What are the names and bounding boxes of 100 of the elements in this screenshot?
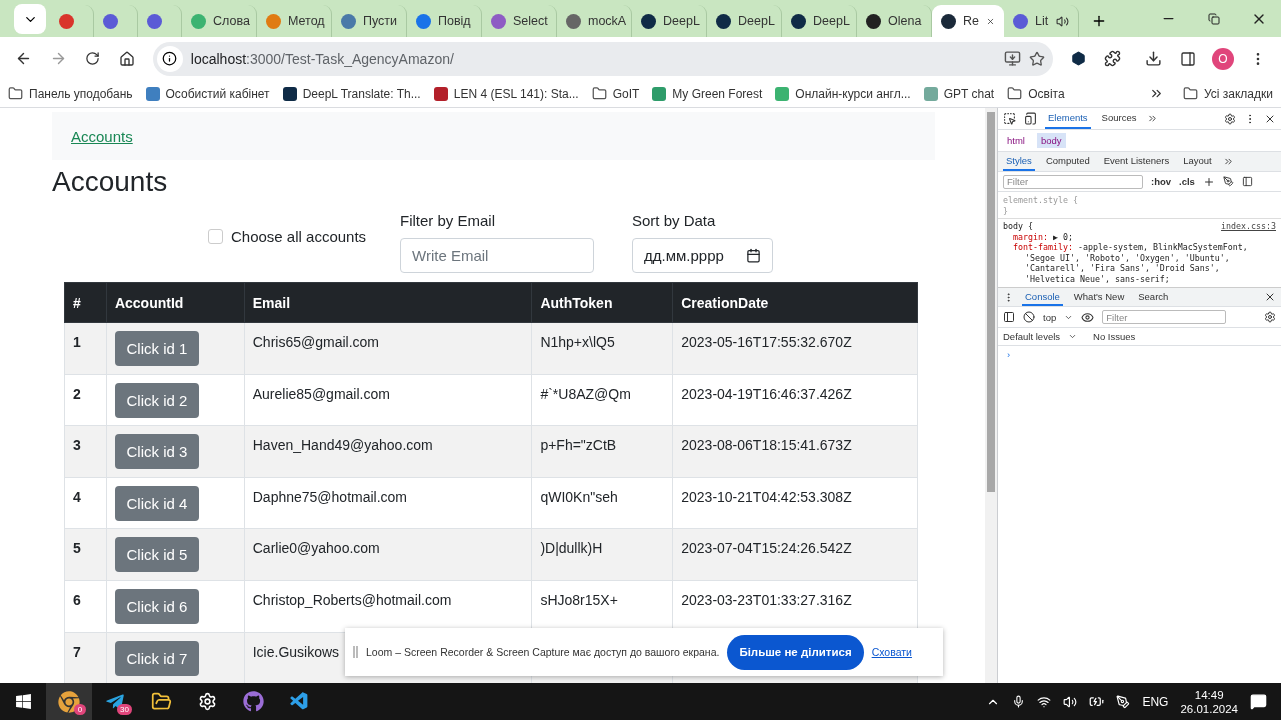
css-selector: element.style { <box>1003 195 1078 206</box>
profile-avatar[interactable]: O <box>1211 47 1234 70</box>
table-cell: 6 <box>64 580 107 633</box>
bookmark[interactable]: Освіта <box>1007 86 1065 101</box>
bookmark[interactable]: LEN 4 (ESL 141): Sta... <box>433 86 579 101</box>
calendar-icon <box>746 248 761 263</box>
dom-breadcrumb[interactable]: body <box>1036 133 1066 148</box>
column-header: AccountId <box>106 282 245 323</box>
bookmark[interactable]: My Green Forest <box>652 86 763 101</box>
dom-breadcrumb[interactable]: html <box>1003 133 1029 148</box>
table-cell: 3 <box>64 425 107 478</box>
bookmark[interactable]: DeepL Translate: Th... <box>282 86 421 101</box>
browser-tab[interactable]: Метод <box>257 5 332 37</box>
extensions-icon[interactable] <box>1104 50 1122 67</box>
browser-tab[interactable]: DeepL <box>632 5 707 37</box>
github-icon[interactable] <box>242 691 264 712</box>
column-header: AuthToken <box>531 282 673 323</box>
table-cell: 5 <box>64 528 107 581</box>
checkbox-label: Choose all accounts <box>231 228 367 245</box>
folder-icon <box>591 86 607 101</box>
table-cell: Haven_Hand49@yahoo.com <box>244 425 532 478</box>
browser-tab[interactable]: mockA <box>557 5 632 37</box>
hov-toggle[interactable]: :hov <box>1151 176 1172 187</box>
table-cell: )D|dullk)H <box>531 528 673 581</box>
click-id-button[interactable]: Click id 7 <box>114 640 199 676</box>
source-link[interactable]: index.css:3 <box>1221 221 1276 232</box>
devtools-tab[interactable]: Sources <box>1098 108 1140 129</box>
click-id-button[interactable]: Click id 6 <box>114 588 199 624</box>
table-cell: 2023-10-21T04:42:53.308Z <box>672 477 918 529</box>
notification-count: 0 <box>74 704 86 715</box>
drawer-tab[interactable]: Search <box>1135 288 1172 306</box>
table-cell: Daphne75@hotmail.com <box>244 477 532 529</box>
address-bar[interactable]: localhost:3000/Test-Task_AgencyAmazon/ <box>152 41 1053 76</box>
click-id-button[interactable]: Click id 5 <box>114 537 199 573</box>
folder-icon[interactable] <box>150 691 172 712</box>
date-field[interactable]: дд.мм.рррр <box>632 238 773 273</box>
clear-icon <box>1023 311 1035 323</box>
cls-toggle[interactable]: .cls <box>1179 176 1195 187</box>
inspect-icon <box>1003 112 1016 125</box>
bookmark[interactable]: Онлайн-курси англ... <box>775 86 911 101</box>
click-id-button[interactable]: Click id 1 <box>114 331 199 366</box>
all-bookmarks[interactable]: Усі закладки <box>1183 86 1273 101</box>
browser-tab[interactable]: DeepL <box>782 5 857 37</box>
browser-tab[interactable]: Повід <box>407 5 482 37</box>
table-cell: #`*U8AZ@Qm <box>531 374 673 426</box>
info-icon <box>156 45 183 72</box>
filter-field[interactable]: Filter <box>1003 174 1143 189</box>
folder-icon <box>1183 86 1198 101</box>
install-icon <box>1003 50 1021 67</box>
levels-select[interactable]: Default levels <box>1003 331 1061 342</box>
styles-tab[interactable]: Computed <box>1042 152 1093 171</box>
click-id-button[interactable]: Click id 3 <box>114 434 199 470</box>
home-icon[interactable] <box>119 50 136 67</box>
table-cell: 1 <box>64 322 107 375</box>
table-cell: 4 <box>64 477 107 529</box>
table-cell: N1hp+x\lQ5 <box>531 322 673 375</box>
checkbox[interactable] <box>208 229 223 244</box>
settings-icon[interactable] <box>197 692 217 711</box>
browser-tab[interactable]: Re <box>932 5 1004 37</box>
styles-tab[interactable]: Layout <box>1180 152 1215 171</box>
click-id-button[interactable]: Click id 4 <box>114 485 199 521</box>
context-select[interactable]: top <box>1043 311 1057 323</box>
bookmark[interactable]: GPT chat <box>923 86 995 101</box>
side-panel-icon[interactable] <box>1180 50 1197 67</box>
css-declaration: font-family: -apple-system, BlinkMacSystemFont, <box>1013 242 1248 253</box>
restore-icon[interactable] <box>1207 12 1220 25</box>
scrollbar-thumb[interactable] <box>987 112 995 492</box>
windows-icon[interactable] <box>14 693 32 710</box>
browser-tab[interactable]: Слова <box>182 5 257 37</box>
chrome-icon[interactable] <box>58 690 80 713</box>
bookmark[interactable]: Панель уподобань <box>8 86 133 101</box>
microphone-icon <box>1012 695 1026 708</box>
new-tab-icon[interactable] <box>1091 13 1107 29</box>
settings-icon <box>1224 112 1236 125</box>
bookmark[interactable]: Особистий кабінет <box>145 86 270 101</box>
folder-icon <box>1007 86 1023 101</box>
hide-link[interactable]: Сховати <box>871 646 912 658</box>
hexagon-icon[interactable] <box>1070 51 1086 66</box>
email-field[interactable]: Write Email <box>400 238 594 273</box>
bookmark[interactable]: GoIT <box>591 86 640 101</box>
reload-icon[interactable] <box>85 51 101 66</box>
table-cell: qWI0Kn"seh <box>531 477 673 529</box>
breadcrumb-link[interactable]: Accounts <box>71 127 133 145</box>
vscode-icon[interactable] <box>288 691 310 712</box>
styles-tab[interactable]: Event Listeners <box>1100 152 1173 171</box>
click-id-button[interactable]: Click id 2 <box>114 382 199 418</box>
browser-tab[interactable]: Select <box>482 5 557 37</box>
browser-tab[interactable]: DeepL <box>707 5 782 37</box>
stop-sharing-button[interactable]: Більше не ділитися <box>727 634 864 670</box>
drawer-tab[interactable]: What's New <box>1070 288 1128 306</box>
download-icon[interactable] <box>1145 50 1163 67</box>
console-filter-field[interactable]: Filter <box>1102 310 1227 324</box>
clock[interactable]: 14:49 26.01.2024 <box>1180 688 1238 715</box>
battery-icon <box>1089 694 1105 709</box>
browser-tab[interactable]: Lit <box>1004 5 1079 37</box>
table-cell: Chris65@gmail.com <box>244 322 532 375</box>
browser-tab[interactable]: Пусти <box>332 5 407 37</box>
language-indicator[interactable]: ENG <box>1142 694 1169 709</box>
drag-handle-icon[interactable] <box>353 646 358 658</box>
field-label: Sort by Data <box>632 212 717 229</box>
